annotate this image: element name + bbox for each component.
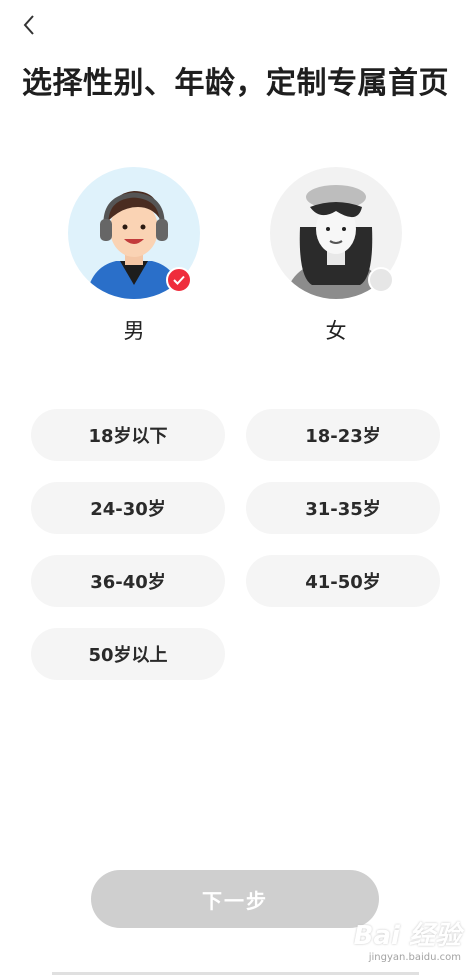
female-avatar [270, 167, 402, 299]
unselected-check-icon [368, 267, 394, 293]
chevron-left-icon [23, 15, 34, 35]
page-title: 选择性别、年龄，定制专属首页 [22, 66, 449, 101]
gender-label-male: 男 [123, 319, 145, 343]
age-chip[interactable]: 36-40岁 [31, 555, 225, 607]
age-chip[interactable]: 18岁以下 [31, 409, 225, 461]
back-button[interactable] [14, 10, 44, 40]
gender-option-male[interactable]: 男 [68, 167, 200, 345]
age-chip[interactable]: 31-35岁 [246, 482, 440, 534]
age-chip[interactable]: 41-50岁 [246, 555, 440, 607]
age-chip[interactable]: 18-23岁 [246, 409, 440, 461]
age-chip[interactable]: 24-30岁 [31, 482, 225, 534]
gender-option-female[interactable]: 女 [270, 167, 402, 345]
male-avatar [68, 167, 200, 299]
gender-label-female: 女 [325, 319, 347, 343]
age-range-grid: 18岁以下 18-23岁 24-30岁 31-35岁 36-40岁 41-50岁… [31, 409, 440, 680]
baidu-jingyan-watermark: Bai 经验 jingyan.baidu.com [353, 921, 461, 963]
next-step-button[interactable]: 下一步 [91, 870, 379, 928]
selected-check-icon [166, 267, 192, 293]
age-chip[interactable]: 50岁以上 [31, 628, 225, 680]
